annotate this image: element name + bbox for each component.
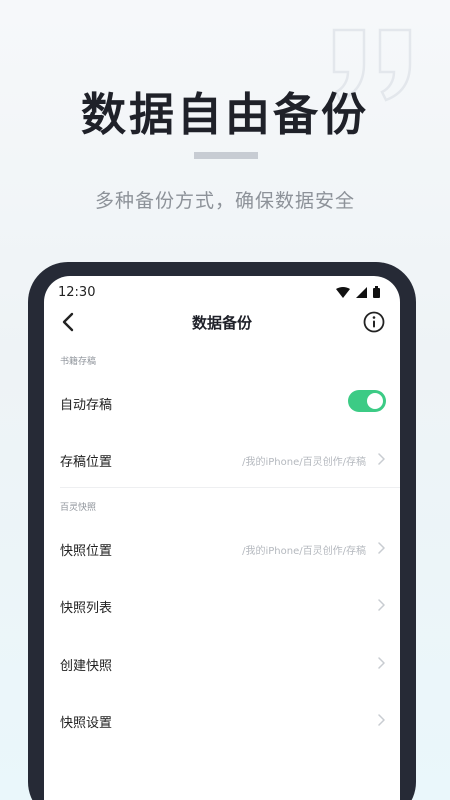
chevron-right-icon — [378, 599, 385, 611]
chevron-right-icon — [378, 657, 385, 669]
row-value: /我的iPhone/百灵创作/存稿 — [242, 457, 366, 468]
chevron-right-icon — [378, 714, 385, 726]
status-time: 12:30 — [58, 285, 96, 300]
row-snapshot-settings[interactable]: 快照设置 — [44, 700, 400, 740]
phone-frame: 12:30 数据备份 书籍存稿 自动存稿 存稿位置 /我的iPhone/百灵创作… — [28, 262, 416, 800]
row-label: 存稿位置 — [60, 455, 113, 470]
status-icons — [336, 286, 380, 298]
wifi-icon — [336, 286, 350, 298]
row-value: /我的iPhone/百灵创作/存稿 — [242, 546, 366, 557]
row-label: 快照位置 — [60, 544, 113, 559]
section-divider — [60, 487, 400, 488]
chevron-right-icon — [378, 453, 385, 465]
headline-underline — [194, 152, 258, 159]
phone-screen: 12:30 数据备份 书籍存稿 自动存稿 存稿位置 /我的iPhone/百灵创作… — [44, 276, 400, 800]
page-title: 数据备份 — [191, 314, 252, 332]
row-label: 快照列表 — [60, 601, 113, 616]
row-snapshot-location[interactable]: 快照位置 /我的iPhone/百灵创作/存稿 — [44, 528, 400, 568]
chevron-right-icon — [378, 542, 385, 554]
row-label: 快照设置 — [60, 716, 113, 731]
row-label: 自动存稿 — [60, 398, 113, 413]
toggle-knob — [367, 393, 383, 409]
nav-bar: 数据备份 — [44, 304, 400, 340]
section-label-manuscripts: 书籍存稿 — [60, 357, 97, 367]
status-bar: 12:30 — [58, 282, 386, 302]
row-snapshot-list[interactable]: 快照列表 — [44, 585, 400, 625]
promo-subheadline: 多种备份方式，确保数据安全 — [94, 190, 355, 212]
row-auto-save[interactable]: 自动存稿 — [44, 382, 400, 422]
promo-headline: 数据自由备份 — [80, 88, 369, 141]
battery-icon — [373, 286, 380, 298]
auto-save-toggle[interactable] — [348, 390, 386, 412]
signal-icon — [356, 286, 367, 298]
section-label-snapshots: 百灵快照 — [60, 503, 97, 513]
row-create-snapshot[interactable]: 创建快照 — [44, 643, 400, 683]
info-icon[interactable] — [362, 310, 386, 334]
row-manuscript-location[interactable]: 存稿位置 /我的iPhone/百灵创作/存稿 — [44, 439, 400, 479]
row-label: 创建快照 — [60, 659, 113, 674]
